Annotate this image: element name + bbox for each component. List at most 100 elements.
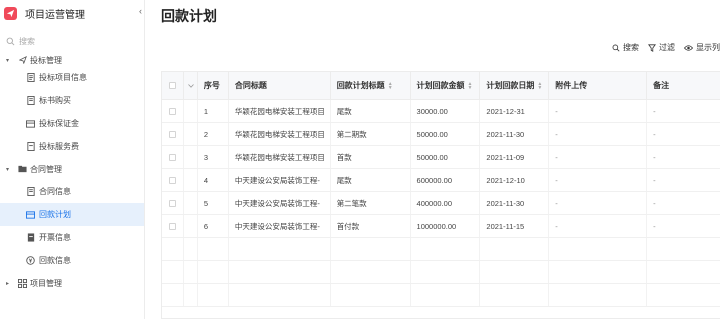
empty-cell [549, 261, 648, 283]
search-icon [6, 37, 15, 45]
empty-cell [331, 238, 411, 260]
empty-cell [647, 261, 720, 283]
caret-down-icon: ▾ [6, 166, 10, 173]
row-checkbox[interactable] [162, 192, 184, 214]
invoice-icon [26, 233, 35, 242]
menu-group-contract[interactable]: ▾ 合同管理 [0, 158, 144, 180]
table-body: 1 华颖花园电梯安装工程项目 尾款 30000.00 2021-12-31- -2 华颖花园… [162, 100, 720, 307]
collapse-sidebar-button[interactable]: ‹ [139, 6, 142, 16]
empty-cell [647, 284, 720, 306]
display-columns-button[interactable]: 显示列 [684, 42, 720, 53]
table-row[interactable]: 5 中天建设公安局装饰工程- 第二笔款 400000.00 2021-11-30- - [162, 192, 720, 215]
payment-plan-table: 序号 合同标题 回款计划标题 ▲ ▼ 计划回款金额 ▲ ▼ 计划回款日期 ▲ ▼ 附件上传 … [161, 71, 720, 319]
sort-icon[interactable]: ▲ ▼ [468, 81, 473, 90]
menu-item-payment-info[interactable]: 回款信息 [0, 249, 144, 272]
search-icon [612, 44, 620, 51]
folder-icon [18, 165, 27, 174]
cell-amount: 600000.00 [411, 169, 481, 191]
cell-plan-title: 首款 [331, 146, 411, 168]
cell-plan-title: 第二期款 [331, 123, 411, 145]
col-header-date[interactable]: 计划回款日期 ▲ ▼ [480, 72, 550, 99]
search-button[interactable]: 搜索 [612, 42, 639, 53]
cell-contract: 华颖花园电梯安装工程项目 [229, 100, 331, 122]
cell-contract: 中天建设公安局装饰工程- [229, 169, 331, 191]
menu-item-label: 投标服务费 [39, 142, 79, 151]
col-header-contract[interactable]: 合同标题 [229, 72, 331, 99]
menu-item-payment-plan[interactable]: 回款计划 [0, 203, 144, 226]
eye-icon [684, 44, 693, 51]
empty-cell [184, 261, 198, 283]
row-checkbox[interactable] [162, 100, 184, 122]
sidebar-search[interactable]: 搜索 [0, 26, 144, 56]
sort-icon[interactable]: ▲ ▼ [537, 81, 542, 90]
col-header-note[interactable]: 备注 [647, 72, 720, 99]
cell-no: 1 [198, 100, 229, 122]
row-expand-cell [184, 192, 198, 214]
empty-cell [229, 261, 331, 283]
menu-item-bid-project-info[interactable]: 投标项目信息 [0, 66, 144, 89]
cell-amount: 30000.00 [411, 100, 481, 122]
cell-note: - [653, 152, 656, 162]
table-row[interactable]: 4 中天建设公安局装饰工程- 尾款 600000.00 2021-12-10- - [162, 169, 720, 192]
currency-icon [26, 256, 35, 265]
cell-note: - [653, 175, 656, 185]
menu-group-bidding[interactable]: ▾ 投标管理 [0, 54, 144, 66]
app-title: 项目运营管理 [25, 9, 85, 21]
cell-contract: 中天建设公安局装饰工程- [229, 192, 331, 214]
empty-row [162, 238, 720, 261]
empty-cell [411, 284, 481, 306]
cell-amount: 50000.00 [411, 123, 481, 145]
empty-cell [162, 284, 184, 306]
row-checkbox[interactable] [162, 215, 184, 237]
sort-icon[interactable]: ▲ ▼ [388, 81, 393, 90]
cell-attachment: - [549, 169, 648, 191]
col-header-attachment[interactable]: 附件上传 [549, 72, 648, 99]
cell-note: - [653, 106, 656, 116]
menu-item-contract-info[interactable]: 合同信息 [0, 180, 144, 203]
table-row[interactable]: 3 华颖花园电梯安装工程项目 首款 50000.00 2021-11-09- - [162, 146, 720, 169]
menu-group-project[interactable]: ▸ 项目管理 [0, 272, 144, 294]
grid-icon [18, 278, 27, 288]
col-header-label: 计划回款金额 [416, 81, 465, 90]
empty-cell [184, 284, 198, 306]
empty-cell [198, 238, 229, 260]
cell-date: 2021-11-15 [480, 215, 550, 237]
empty-cell [480, 284, 550, 306]
cell-date: 2021-12-10 [480, 169, 550, 191]
row-checkbox[interactable] [162, 123, 184, 145]
row-checkbox[interactable] [162, 169, 184, 191]
col-header-label: 合同标题 [234, 81, 267, 90]
col-header-label: 附件上传 [555, 81, 588, 90]
cell-date: 2021-12-31 [480, 100, 550, 122]
card-icon [26, 210, 35, 219]
cell-no: 5 [198, 192, 229, 214]
col-header-no[interactable]: 序号 [198, 72, 229, 99]
document-icon [26, 73, 35, 82]
row-expand-cell [184, 100, 198, 122]
table-row[interactable]: 1 华颖花园电梯安装工程项目 尾款 30000.00 2021-12-31- - [162, 100, 720, 123]
row-checkbox[interactable] [162, 146, 184, 168]
cell-attachment: - [549, 192, 648, 214]
table-row[interactable]: 2 华颖花园电梯安装工程项目 第二期款 50000.00 2021-11-30- - [162, 123, 720, 146]
table-row[interactable]: 6 中天建设公安局装饰工程- 首付款 1000000.00 2021-11-15- - [162, 215, 720, 238]
empty-cell [647, 238, 720, 260]
filter-button[interactable]: 过滤 [648, 42, 675, 53]
menu-item-bid-service-fee[interactable]: 投标服务费 [0, 135, 144, 158]
col-header-amount[interactable]: 计划回款金额 ▲ ▼ [411, 72, 481, 99]
row-expand-cell [184, 169, 198, 191]
empty-row [162, 261, 720, 284]
select-all-checkbox[interactable] [162, 72, 184, 99]
cell-plan-title: 首付款 [331, 215, 411, 237]
empty-cell [331, 261, 411, 283]
menu-item-label: 投标保证金 [39, 119, 79, 128]
menu-item-bid-document-purchase[interactable]: 标书购买 [0, 89, 144, 112]
menu-item-bid-deposit[interactable]: 投标保证金 [0, 112, 144, 135]
row-expand-cell [184, 146, 198, 168]
cell-attachment: - [549, 100, 648, 122]
empty-row [162, 284, 720, 307]
cell-plan-title: 第二笔款 [331, 192, 411, 214]
col-header-plan-title[interactable]: 回款计划标题 ▲ ▼ [331, 72, 411, 99]
empty-cell [549, 284, 648, 306]
menu-item-invoice-info[interactable]: 开票信息 [0, 226, 144, 249]
expand-column-header [184, 72, 198, 99]
